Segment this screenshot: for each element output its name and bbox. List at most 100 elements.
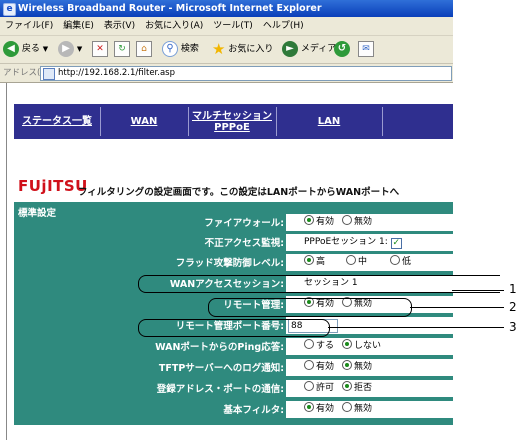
basic-filter-options: 有効 無効 bbox=[286, 401, 453, 418]
menu-file[interactable]: ファイル(F) bbox=[0, 17, 58, 35]
history-icon: ↺ bbox=[334, 40, 350, 57]
registered-allow-option[interactable]: 許可 bbox=[304, 380, 334, 397]
nav-multisession-line1: マルチセッション bbox=[192, 110, 272, 122]
illegal-access-session: PPPoEセッション 1: ✓ bbox=[304, 234, 402, 251]
mail-button[interactable]: ✉ bbox=[358, 39, 374, 59]
search-icon: ⚲ bbox=[162, 40, 178, 57]
chevron-down-icon: ▼ bbox=[76, 45, 83, 53]
nav-bar: ステータス一覧 WAN マルチセッション PPPoE LAN bbox=[14, 104, 453, 139]
favorites-label: お気に入り bbox=[228, 44, 274, 55]
registered-options: 許可 拒否 bbox=[286, 380, 453, 397]
browser-window: e Wireless Broadband Router - Microsoft … bbox=[0, 0, 453, 440]
menu-help[interactable]: ヘルプ(H) bbox=[258, 17, 309, 35]
home-button[interactable]: ⌂ bbox=[136, 39, 152, 59]
callout-1-number: 1 bbox=[509, 282, 517, 296]
address-url: http://192.168.2.1/filter.asp bbox=[58, 68, 175, 78]
basic-enable-option[interactable]: 有効 bbox=[304, 401, 334, 418]
firewall-disable-option[interactable]: 無効 bbox=[342, 214, 372, 231]
refresh-button[interactable]: ↻ bbox=[114, 39, 130, 59]
media-label: メディア bbox=[300, 44, 337, 54]
menu-favorites[interactable]: お気に入り(A) bbox=[140, 17, 208, 35]
address-input[interactable]: http://192.168.2.1/filter.asp bbox=[40, 66, 452, 81]
radio-selected-icon bbox=[304, 402, 314, 412]
radio-icon bbox=[304, 381, 314, 391]
callout-3-frame bbox=[138, 319, 330, 337]
page-content: ステータス一覧 WAN マルチセッション PPPoE LAN FUjITSU フ… bbox=[0, 83, 453, 440]
ping-yes-label: する bbox=[316, 341, 335, 351]
nav-status[interactable]: ステータス一覧 bbox=[14, 104, 100, 139]
ping-options: する しない bbox=[286, 338, 453, 355]
radio-selected-icon bbox=[304, 255, 314, 265]
illegal-access-text: PPPoEセッション 1: bbox=[304, 237, 388, 247]
flood-level-label: フラッド攻撃防御レベル: bbox=[175, 258, 284, 269]
firewall-enable-option[interactable]: 有効 bbox=[304, 214, 334, 231]
firewall-enable-label: 有効 bbox=[316, 217, 335, 227]
search-button[interactable]: ⚲ 検索 bbox=[162, 39, 199, 59]
back-button[interactable]: ◀ 戻る ▼ bbox=[3, 39, 48, 59]
tftp-options: 有効 無効 bbox=[286, 359, 453, 376]
ie-app-icon: e bbox=[3, 3, 16, 16]
radio-selected-icon bbox=[342, 339, 352, 349]
flood-mid-label: 中 bbox=[358, 257, 368, 267]
home-icon: ⌂ bbox=[136, 40, 152, 57]
tftp-disable-label: 無効 bbox=[354, 362, 373, 372]
registered-deny-option[interactable]: 拒否 bbox=[342, 380, 372, 397]
search-label: 検索 bbox=[180, 44, 199, 54]
radio-selected-icon bbox=[304, 215, 314, 225]
menu-view[interactable]: 表示(V) bbox=[99, 17, 140, 35]
toolbar: ◀ 戻る ▼ ▶ ▼ ✕ ↻ ⌂ ⚲ 検索 ★ お気に入り ► メディア ↺ ✉ bbox=[0, 36, 453, 64]
favorites-button[interactable]: ★ お気に入り bbox=[212, 39, 273, 59]
back-arrow-icon: ◀ bbox=[3, 40, 19, 57]
media-button[interactable]: ► メディア bbox=[282, 39, 336, 59]
menu-tools[interactable]: ツール(T) bbox=[208, 17, 258, 35]
refresh-icon: ↻ bbox=[114, 40, 130, 57]
illegal-access-label: 不正アクセス監視: bbox=[204, 238, 284, 249]
ping-yes-option[interactable]: する bbox=[304, 338, 334, 355]
nav-wan[interactable]: WAN bbox=[100, 104, 188, 139]
forward-button[interactable]: ▶ ▼ bbox=[58, 39, 82, 59]
ping-label: WANポートからのPing応答: bbox=[155, 342, 284, 353]
media-icon: ► bbox=[282, 40, 298, 57]
title-bar: e Wireless Broadband Router - Microsoft … bbox=[0, 0, 453, 17]
menu-edit[interactable]: 編集(E) bbox=[58, 17, 99, 35]
radio-icon bbox=[342, 402, 352, 412]
mail-icon: ✉ bbox=[358, 40, 374, 57]
firewall-label: ファイアウォール: bbox=[204, 218, 284, 229]
nav-lan[interactable]: LAN bbox=[276, 104, 382, 139]
flood-mid-option[interactable]: 中 bbox=[346, 254, 367, 271]
registered-allow-label: 許可 bbox=[316, 383, 335, 393]
basic-disable-label: 無効 bbox=[354, 404, 373, 414]
stop-button[interactable]: ✕ bbox=[92, 39, 108, 59]
history-button[interactable]: ↺ bbox=[334, 39, 350, 59]
registered-deny-label: 拒否 bbox=[354, 383, 373, 393]
flood-low-label: 低 bbox=[402, 257, 412, 267]
tftp-enable-option[interactable]: 有効 bbox=[304, 359, 334, 376]
registered-label: 登録アドレス・ポートの通信: bbox=[156, 384, 284, 395]
radio-icon bbox=[304, 339, 314, 349]
forward-arrow-icon: ▶ bbox=[58, 40, 74, 57]
radio-selected-icon bbox=[342, 381, 352, 391]
back-label: 戻る bbox=[21, 44, 40, 54]
page-icon bbox=[43, 68, 55, 80]
basic-disable-option[interactable]: 無効 bbox=[342, 401, 372, 418]
chevron-down-icon: ▼ bbox=[42, 45, 49, 53]
flood-high-option[interactable]: 高 bbox=[304, 254, 325, 271]
radio-icon bbox=[346, 255, 356, 265]
star-icon: ★ bbox=[212, 40, 226, 58]
firewall-options: 有効 無効 bbox=[286, 214, 453, 231]
tftp-label: TFTPサーバーへのログ通知: bbox=[158, 363, 284, 374]
flood-low-option[interactable]: 低 bbox=[390, 254, 411, 271]
checkbox[interactable]: ✓ bbox=[390, 238, 402, 249]
ping-no-label: しない bbox=[354, 341, 382, 351]
address-bar: アドレス(D) http://192.168.2.1/filter.asp bbox=[0, 64, 453, 83]
page-description: フィルタリングの設定画面です。この設定はLANポートからWANポートへ bbox=[78, 187, 400, 198]
window-title: Wireless Broadband Router - Microsoft In… bbox=[18, 3, 322, 14]
nav-multisession-line2: PPPoE bbox=[214, 121, 250, 133]
tftp-disable-option[interactable]: 無効 bbox=[342, 359, 372, 376]
basic-filter-label: 基本フィルタ: bbox=[223, 405, 284, 416]
callout-2-leader bbox=[410, 307, 504, 308]
ping-no-option[interactable]: しない bbox=[342, 338, 381, 355]
nav-multisession[interactable]: マルチセッション PPPoE bbox=[188, 104, 276, 139]
callout-3-leader bbox=[328, 327, 504, 328]
radio-icon bbox=[390, 255, 400, 265]
